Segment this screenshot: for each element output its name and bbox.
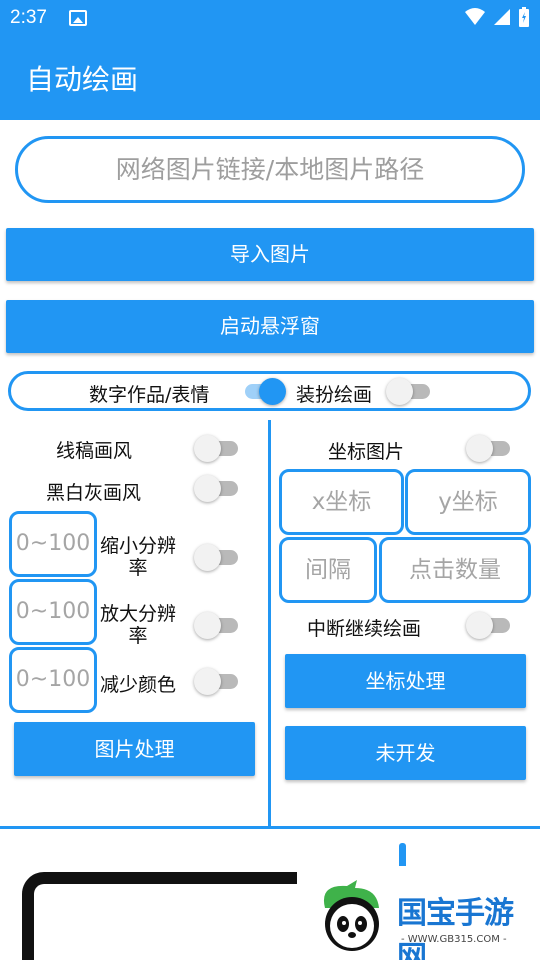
status-bar: 2:37 [0, 0, 540, 36]
reduce-color-switch[interactable] [194, 667, 242, 695]
image-notification-icon [69, 10, 87, 26]
watermark: 国宝手游网 - WWW.GB315.COM - [297, 866, 540, 960]
switch-thumb [259, 378, 286, 405]
bw-style-switch[interactable] [194, 474, 242, 502]
image-process-button[interactable]: 图片处理 [14, 722, 255, 776]
status-icons [464, 6, 530, 28]
battery-icon [519, 7, 529, 27]
enlarge-resolution-label-line2: 率 [128, 625, 148, 647]
digital-works-switch[interactable] [239, 377, 287, 405]
reduce-resolution-input[interactable]: 0~100 [9, 511, 97, 577]
signal-icon [494, 9, 510, 25]
reduce-resolution-label-line1: 缩小分辨 [100, 535, 177, 557]
switch-thumb [386, 378, 413, 405]
switch-thumb [194, 668, 221, 695]
interval-input[interactable]: 间隔 [279, 537, 377, 603]
dress-up-drawing-switch[interactable] [386, 377, 434, 405]
click-count-input[interactable]: 点击数量 [379, 537, 531, 603]
enlarge-resolution-label: 放大分辨 率 [100, 603, 176, 647]
switch-thumb [194, 544, 221, 571]
image-path-input[interactable]: 网络图片链接/本地图片路径 [15, 136, 525, 203]
enlarge-resolution-label-line1: 放大分辨 [100, 603, 177, 625]
import-image-button[interactable]: 导入图片 [6, 228, 534, 281]
reduce-resolution-label-line2: 率 [128, 557, 148, 579]
resume-drawing-switch[interactable] [466, 611, 514, 639]
line-style-switch[interactable] [194, 434, 242, 462]
coord-process-button[interactable]: 坐标处理 [285, 654, 526, 708]
watermark-url: - WWW.GB315.COM - [401, 934, 507, 945]
switch-thumb [466, 435, 493, 462]
coord-image-label: 坐标图片 [328, 441, 405, 463]
bw-style-label: 黑白灰画风 [46, 482, 142, 504]
reduce-color-input[interactable]: 0~100 [9, 647, 97, 713]
coord-image-switch[interactable] [466, 434, 514, 462]
panda-logo-icon [323, 880, 379, 951]
reduce-resolution-switch[interactable] [194, 543, 242, 571]
line-style-label: 线稿画风 [56, 440, 133, 462]
watermark-brand: 国宝手游网 [397, 896, 514, 960]
switch-thumb [466, 612, 493, 639]
reduce-resolution-label: 缩小分辨 率 [100, 535, 176, 579]
wifi-icon [465, 8, 485, 25]
switch-thumb [194, 612, 221, 639]
mode-selector: 数字作品/表情 装扮绘画 [8, 371, 531, 411]
image-preview [22, 872, 322, 960]
bottom-divider [0, 826, 540, 829]
enlarge-resolution-input[interactable]: 0~100 [9, 579, 97, 645]
reduce-color-label: 减少颜色 [100, 674, 177, 696]
dress-up-drawing-label: 装扮绘画 [296, 384, 373, 406]
column-divider [268, 420, 271, 826]
resume-drawing-label: 中断继续绘画 [307, 618, 422, 640]
undeveloped-button[interactable]: 未开发 [285, 726, 526, 780]
start-floating-window-button[interactable]: 启动悬浮窗 [6, 300, 534, 353]
enlarge-resolution-switch[interactable] [194, 611, 242, 639]
x-coord-input[interactable]: x坐标 [279, 469, 404, 535]
digital-works-label: 数字作品/表情 [89, 384, 210, 406]
status-time: 2:37 [10, 7, 47, 28]
y-coord-input[interactable]: y坐标 [405, 469, 531, 535]
app-title: 自动绘画 [26, 63, 139, 96]
switch-thumb [194, 475, 221, 502]
switch-thumb [194, 435, 221, 462]
app-bar: 自动绘画 [0, 36, 540, 120]
